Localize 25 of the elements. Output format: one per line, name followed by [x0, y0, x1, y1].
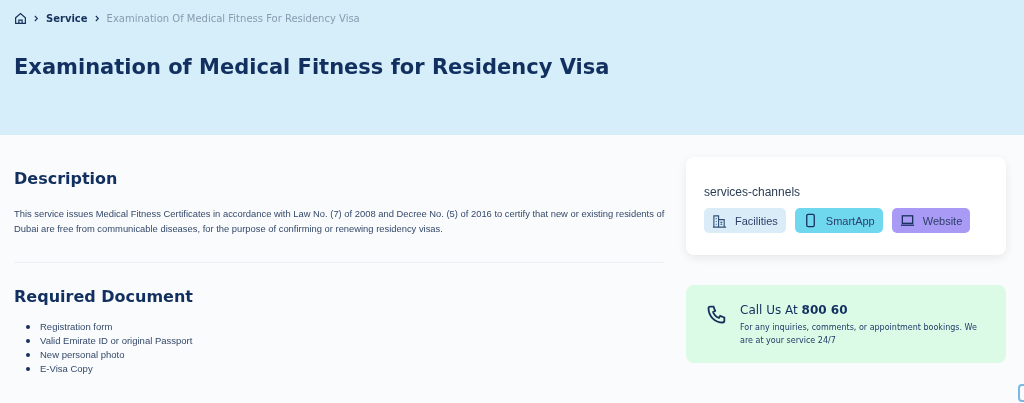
document-item: Valid Emirate ID or original Passport [40, 334, 193, 348]
building-icon [712, 213, 727, 228]
bullet-icon [26, 367, 30, 371]
channel-button[interactable]: SmartApp [794, 208, 883, 233]
bullet-icon [26, 325, 30, 329]
home-icon[interactable] [14, 12, 27, 25]
phone-icon [706, 305, 726, 325]
card-title: services-channels [704, 185, 802, 199]
bullet-icon [26, 339, 30, 343]
call-text: For any inquiries, comments, or appointment bookings. We are at your service 24/7 [740, 322, 978, 347]
document-item: Registration form [40, 320, 113, 334]
channel-button[interactable]: Facilities [704, 208, 786, 233]
laptop-icon [899, 213, 915, 228]
document-item: New personal photo [40, 348, 125, 362]
call-title: Call Us At 800 60 [740, 303, 849, 317]
section-heading: Required Document [14, 287, 194, 306]
chevron-icon [94, 15, 100, 22]
section-heading: Description [14, 169, 119, 188]
breadcrumb-link[interactable]: Service [46, 13, 88, 24]
chevron-icon [34, 15, 39, 22]
description-text: This service issues Medical Fitness Certificates in accordance with Law No. (7) of 2008 and Decree No. (5) of 2016 to certify that new or existing residents of Dubai are free from communicable diseases, for the purpose of confirming or renewing residency visas. [14, 207, 666, 236]
document-item: E-Visa Copy [40, 362, 93, 376]
bullet-icon [26, 353, 30, 357]
channel-button[interactable]: Website [891, 208, 971, 233]
page-title: Examination of Medical Fitness for Residency Visa [14, 55, 611, 79]
